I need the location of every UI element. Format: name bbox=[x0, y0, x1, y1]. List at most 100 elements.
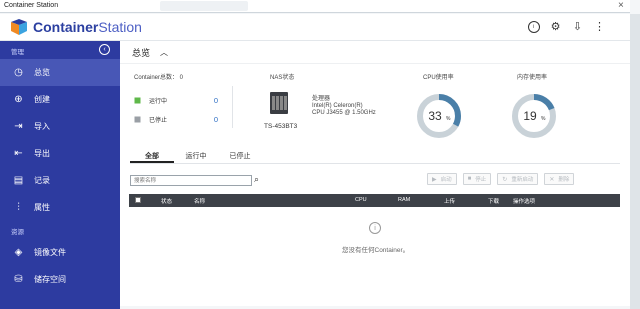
title-bar: Container Station × bbox=[0, 0, 630, 13]
export-icon: ⇤ bbox=[14, 148, 23, 159]
sidebar-item-create[interactable]: ⊕ 创建 bbox=[0, 86, 120, 113]
app-window: Container Station × ContainerStation i ⚙… bbox=[0, 0, 640, 309]
delete-button[interactable]: ✕ 删除 bbox=[544, 173, 575, 185]
more-icon[interactable]: ⋮ bbox=[593, 20, 606, 33]
title-bar-tab bbox=[160, 1, 248, 11]
processor-label: 处理器 bbox=[312, 96, 331, 102]
restart-button[interactable]: ↻ 重新启动 bbox=[497, 173, 539, 185]
select-all-checkbox[interactable] bbox=[135, 197, 141, 203]
window-scrollbar[interactable] bbox=[630, 14, 640, 309]
cpu-gauge: 33 % bbox=[417, 94, 461, 138]
container-station-logo-icon bbox=[9, 19, 29, 35]
sidebar-item-import[interactable]: ⇥ 导入 bbox=[0, 113, 120, 140]
sidebar-item-label: 创建 bbox=[34, 95, 50, 104]
column-status[interactable]: 状态 bbox=[161, 197, 172, 205]
brand-bold: Container bbox=[33, 19, 99, 35]
header-toolbar: i ⚙ ⇩ ⋮ bbox=[527, 20, 606, 33]
sidebar-item-images[interactable]: ◈ 镜像文件 bbox=[0, 239, 120, 266]
column-actions: 操作选项 bbox=[513, 199, 536, 205]
sidebar-item-storage[interactable]: ⛁ 储存空间 bbox=[0, 266, 120, 293]
app-header: ContainerStation i ⚙ ⇩ ⋮ bbox=[0, 14, 630, 41]
stopped-label: 已停止 bbox=[149, 118, 168, 124]
info-badge-icon[interactable]: i bbox=[527, 20, 540, 33]
sidebar-item-label: 导出 bbox=[34, 149, 50, 158]
overview-stats: Container总数： 0 运行中 0 已停止 0 NAS状态 TS-453B… bbox=[120, 63, 630, 163]
chevron-up-icon[interactable]: ︿ bbox=[160, 47, 168, 58]
container-total: Container总数： 0 bbox=[134, 75, 184, 81]
sidebar-item-label: 镜像文件 bbox=[34, 248, 66, 257]
stopped-count: 0 bbox=[213, 115, 218, 124]
ram-gauge: 19 % bbox=[512, 94, 556, 138]
app-logo: ContainerStation bbox=[9, 19, 142, 35]
ram-usage-unit: % bbox=[541, 116, 546, 122]
restart-icon: ↻ bbox=[502, 176, 508, 183]
sidebar-item-label: 属性 bbox=[34, 203, 50, 212]
column-ram[interactable]: RAM bbox=[398, 197, 410, 203]
table-header: 状态 名称 CPU RAM 上传 下载 操作选项 bbox=[129, 194, 620, 207]
column-upload[interactable]: 上传 bbox=[444, 197, 455, 205]
section-label: 管理 bbox=[11, 49, 24, 56]
window-title: Container Station bbox=[4, 2, 59, 9]
cpu-usage-unit: % bbox=[446, 116, 451, 122]
database-icon: ⛁ bbox=[14, 274, 23, 285]
nas-device-icon bbox=[270, 92, 288, 114]
sidebar-item-log[interactable]: ▤ 记录 bbox=[0, 167, 120, 194]
running-label: 运行中 bbox=[149, 99, 168, 105]
close-icon[interactable]: × bbox=[618, 1, 624, 11]
column-download[interactable]: 下载 bbox=[488, 197, 499, 205]
empty-state-message: 您没有任何Container。 bbox=[342, 247, 410, 254]
sidebar-item-export[interactable]: ⇤ 导出 bbox=[0, 140, 120, 167]
restart-label: 重新启动 bbox=[511, 177, 534, 183]
sidebar-item-label: 记录 bbox=[34, 176, 50, 185]
cpu-usage-value: 33 bbox=[428, 109, 442, 123]
breadcrumb: 总览 ︿ bbox=[132, 46, 168, 59]
nas-status-title: NAS状态 bbox=[270, 75, 295, 81]
sidebar-item-label: 总览 bbox=[34, 68, 50, 77]
sidebar-item-label: 储存空间 bbox=[34, 275, 66, 284]
delete-label: 删除 bbox=[558, 177, 570, 183]
processor-line2: CPU J3455 @ 1.50GHz bbox=[312, 110, 376, 116]
collapse-sidebar-icon[interactable]: ‹ bbox=[99, 44, 110, 55]
page-title: 总览 bbox=[132, 48, 151, 58]
processor-line1: Intel(R) Celeron(R) bbox=[312, 103, 363, 109]
search-icon[interactable]: ⌕ bbox=[254, 174, 259, 185]
container-tabs: 全部 运行中 已停止 bbox=[130, 149, 620, 164]
info-icon: i bbox=[369, 222, 381, 234]
sidebar-section-manage: 管理 ‹ bbox=[0, 41, 120, 59]
start-button[interactable]: ▶ 启动 bbox=[427, 173, 457, 185]
main-panel: 总览 ︿ Container总数： 0 运行中 0 已停止 0 NAS状态 TS… bbox=[120, 41, 630, 306]
sidebar-item-label: 导入 bbox=[34, 122, 50, 131]
gauge-icon: ◷ bbox=[14, 67, 23, 78]
nas-processor: 处理器 Intel(R) Celeron(R) CPU J3455 @ 1.50… bbox=[312, 96, 376, 117]
column-name[interactable]: 名称 bbox=[194, 197, 205, 205]
gear-icon[interactable]: ⚙ bbox=[549, 20, 562, 33]
import-export-icon[interactable]: ⇩ bbox=[571, 20, 584, 33]
stop-button[interactable]: ■ 停止 bbox=[462, 173, 492, 185]
cpu-usage-title: CPU使用率 bbox=[423, 75, 454, 81]
log-icon: ▤ bbox=[13, 175, 24, 186]
brand-light: Station bbox=[98, 19, 142, 35]
tab-running[interactable]: 运行中 bbox=[174, 149, 218, 163]
stop-label: 停止 bbox=[475, 177, 487, 183]
close-icon: ✕ bbox=[549, 176, 555, 183]
plus-circle-icon: ⊕ bbox=[14, 94, 23, 105]
ram-usage-title: 内存使用率 bbox=[517, 75, 548, 81]
stop-icon: ■ bbox=[467, 176, 472, 182]
nas-model: TS-453BT3 bbox=[264, 123, 298, 130]
app-name: ContainerStation bbox=[33, 19, 142, 35]
sidebar-item-properties[interactable]: ⫶ 属性 bbox=[0, 194, 120, 221]
running-row[interactable]: 运行中 0 bbox=[134, 96, 218, 105]
running-cube-icon bbox=[134, 97, 141, 104]
column-cpu[interactable]: CPU bbox=[355, 197, 367, 203]
stopped-row[interactable]: 已停止 0 bbox=[134, 115, 218, 124]
action-toolbar: ▶ 启动 ■ 停止 ↻ 重新启动 ✕ 删除 bbox=[427, 173, 575, 185]
ram-usage-value: 19 bbox=[523, 109, 537, 123]
sidebar: 管理 ‹ ◷ 总览 ⊕ 创建 ⇥ 导入 ⇤ 导出 ▤ 记录 ⫶ 属性 资源 ◈ … bbox=[0, 41, 120, 309]
search-input[interactable] bbox=[131, 176, 251, 185]
sidebar-item-overview[interactable]: ◷ 总览 bbox=[0, 59, 120, 86]
start-label: 启动 bbox=[440, 177, 452, 183]
sidebar-section-resources: 资源 bbox=[0, 221, 120, 239]
tab-stopped[interactable]: 已停止 bbox=[218, 149, 262, 163]
tab-all[interactable]: 全部 bbox=[130, 149, 174, 163]
stats-divider bbox=[232, 86, 233, 128]
